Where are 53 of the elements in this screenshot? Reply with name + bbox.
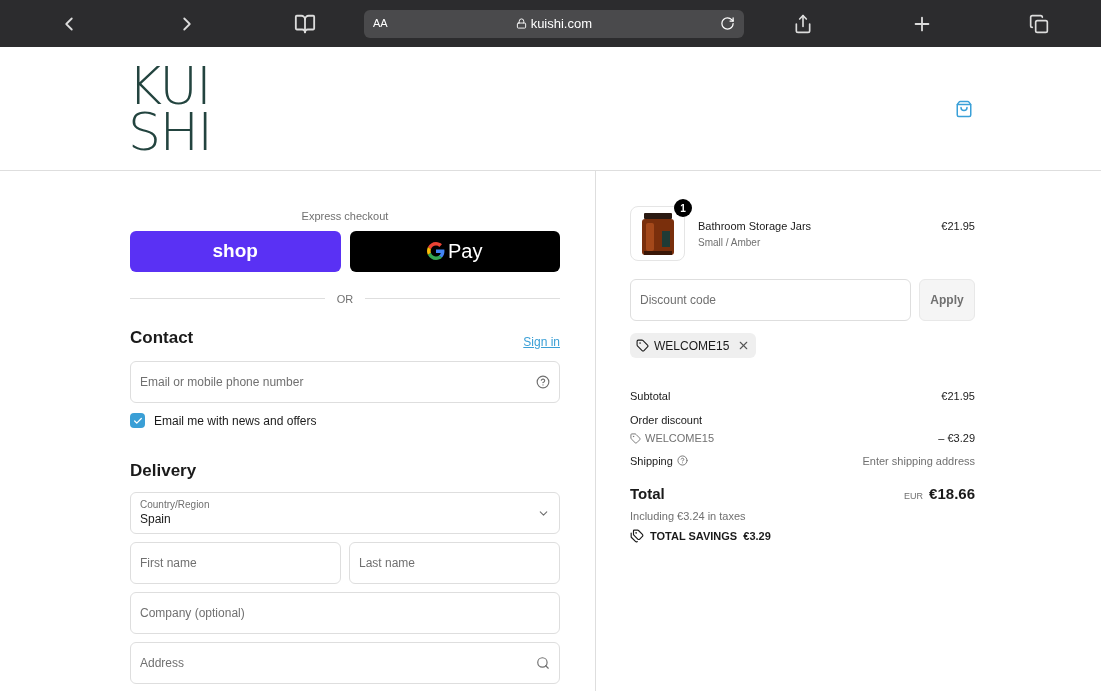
currency-code: EUR <box>904 490 924 503</box>
google-logo-icon <box>427 242 445 260</box>
google-pay-button[interactable]: Pay <box>349 230 560 272</box>
first-name-field[interactable]: First name <box>130 542 341 584</box>
help-icon[interactable] <box>536 374 550 389</box>
product-price: €21.95 <box>941 219 975 234</box>
taxes-note: Including €3.24 in taxes <box>630 508 747 524</box>
tag-icon <box>630 432 641 444</box>
reload-icon[interactable] <box>720 16 735 31</box>
product-name: Bathroom Storage Jars <box>698 219 813 234</box>
address-bar[interactable]: AA kuishi.com <box>364 9 744 38</box>
total-label: Total <box>630 484 665 504</box>
subtotal-value: €21.95 <box>941 389 975 404</box>
newsletter-checkbox[interactable] <box>130 413 145 428</box>
total-value: €18.66 <box>929 484 975 504</box>
contact-heading: Contact <box>130 327 194 349</box>
product-variant: Small / Amber <box>698 235 762 250</box>
share-icon[interactable] <box>793 13 813 34</box>
country-label: Country/Region <box>140 499 211 511</box>
newsletter-label: Email me with news and offers <box>154 412 317 430</box>
discount-chip: WELCOME15 <box>630 333 757 358</box>
check-icon <box>132 415 143 426</box>
search-icon <box>536 656 550 670</box>
or-divider-label: OR <box>336 291 354 307</box>
express-checkout-title: Express checkout <box>300 209 390 224</box>
last-name-field[interactable]: Last name <box>349 542 560 584</box>
tabs-icon[interactable] <box>1029 13 1049 34</box>
shop-pay-button[interactable]: shop <box>130 230 341 272</box>
tag-icon <box>636 339 649 352</box>
quantity-badge: 1 <box>674 199 692 217</box>
discount-code-text: WELCOME15 <box>645 431 715 446</box>
email-field[interactable]: Email or mobile phone number <box>130 360 560 403</box>
tags-icon <box>630 529 644 544</box>
discount-value: – €3.29 <box>938 431 975 446</box>
shipping-label: Shipping <box>630 453 673 469</box>
order-discount-label: Order discount <box>630 412 704 428</box>
subtotal-label: Subtotal <box>630 389 671 404</box>
total-savings: TOTAL SAVINGS €3.29 <box>650 529 771 544</box>
text-size-button[interactable]: AA <box>373 15 388 32</box>
apply-button[interactable]: Apply <box>919 279 975 321</box>
book-icon[interactable] <box>294 12 316 35</box>
help-icon[interactable] <box>676 455 688 467</box>
delivery-heading: Delivery <box>130 459 198 482</box>
cart-icon[interactable] <box>955 99 973 118</box>
company-field[interactable]: Company (optional) <box>130 592 560 634</box>
country-select[interactable]: Country/Region Spain <box>130 492 560 534</box>
discount-code-field[interactable]: Discount code <box>630 279 911 321</box>
url-text: kuishi.com <box>530 14 593 33</box>
shipping-value: Enter shipping address <box>862 453 975 469</box>
address-field[interactable]: Address <box>130 642 560 684</box>
lock-icon <box>515 18 527 29</box>
logo[interactable]: KUI SHI <box>128 62 212 155</box>
country-value: Spain <box>140 511 172 527</box>
